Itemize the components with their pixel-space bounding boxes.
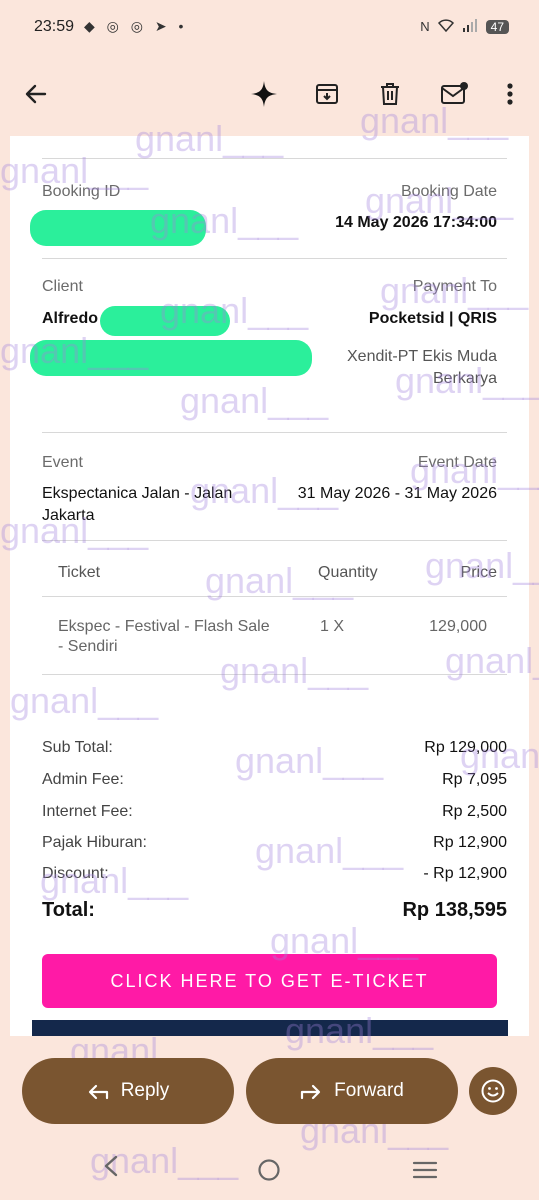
divider (42, 674, 507, 675)
divider (42, 158, 507, 159)
pajak-hiburan-value: Rp 12,900 (433, 834, 507, 851)
admin-fee-label: Admin Fee: (42, 771, 124, 788)
status-bar: 23:59 ◆ ◎ ◎ ➤ • N 47 (0, 0, 539, 58)
status-right-icons: N 47 (420, 18, 509, 35)
event-name-line1: Ekspectanica Jalan - Jalan (42, 485, 233, 502)
nfc-icon: N (420, 19, 430, 34)
nav-recents-icon[interactable] (412, 1160, 438, 1185)
payment-to-value: Pocketsid | QRIS (368, 310, 497, 327)
divider (42, 432, 507, 433)
client-label: Client (42, 278, 83, 295)
client-name: Alfredo (42, 310, 98, 327)
email-action-bar (0, 66, 539, 122)
divider (42, 258, 507, 259)
internet-fee-label: Internet Fee: (42, 803, 133, 820)
reply-button[interactable]: Reply (22, 1058, 234, 1124)
reply-icon (88, 1084, 108, 1100)
emoji-reaction-button[interactable] (469, 1067, 517, 1115)
nav-home-icon[interactable] (257, 1158, 281, 1187)
sparkle-icon[interactable] (248, 78, 280, 110)
status-time: 23:59 (34, 18, 75, 35)
quantity-header: Quantity (318, 564, 378, 581)
discount-value: - Rp 12,900 (423, 865, 507, 882)
redaction-mark (30, 340, 312, 376)
smiley-icon (481, 1079, 505, 1103)
mark-unread-icon[interactable] (438, 78, 470, 110)
system-nav-bar (0, 1140, 539, 1200)
divider (42, 540, 507, 541)
pajak-hiburan-label: Pajak Hiburan: (42, 834, 147, 851)
forward-icon (301, 1084, 321, 1100)
forward-button[interactable]: Forward (246, 1058, 458, 1124)
more-options-icon[interactable] (494, 78, 526, 110)
admin-fee-value: Rp 7,095 (442, 771, 507, 788)
price-header: Price (460, 564, 497, 581)
get-e-ticket-button[interactable]: CLICK HERE TO GET E-TICKET (42, 954, 497, 1008)
email-footer-band (32, 1020, 508, 1036)
booking-date-label: Booking Date (400, 183, 497, 200)
event-date-value: 31 May 2026 - 31 May 2026 (297, 485, 497, 502)
email-body: Booking ID Booking Date 14 May 2026 17:3… (10, 136, 529, 1036)
archive-icon[interactable] (311, 78, 343, 110)
signal-icon (462, 18, 478, 35)
booking-id-label: Booking ID (42, 183, 121, 200)
forward-label: Forward (334, 1080, 404, 1101)
payment-to-label: Payment To (412, 278, 497, 295)
redaction-mark (100, 306, 230, 336)
back-arrow-icon[interactable] (20, 78, 52, 110)
sub-total-label: Sub Total: (42, 739, 113, 756)
internet-fee-value: Rp 2,500 (442, 803, 507, 820)
discount-label: Discount: (42, 865, 109, 882)
wifi-icon (437, 18, 454, 35)
event-label: Event (42, 454, 83, 471)
redaction-mark (30, 210, 206, 246)
event-name-line2: Jakarta (42, 507, 95, 524)
reply-label: Reply (120, 1080, 170, 1101)
ticket-price: 129,000 (429, 618, 487, 635)
ticket-quantity: 1 X (320, 618, 345, 635)
payment-provider-line2: Berkarya (432, 370, 497, 387)
divider (42, 596, 507, 597)
delete-icon[interactable] (374, 78, 406, 110)
event-date-label: Event Date (417, 454, 497, 471)
booking-date-value: 14 May 2026 17:34:00 (335, 214, 497, 231)
nav-back-icon[interactable] (100, 1154, 122, 1183)
sub-total-value: Rp 129,000 (424, 739, 507, 756)
ticket-header: Ticket (58, 564, 101, 581)
total-value: Rp 138,595 (402, 899, 507, 921)
total-label: Total: (42, 899, 95, 921)
ticket-name-line1: Ekspec - Festival - Flash Sale (58, 618, 270, 635)
notification-icons: ◆ ◎ ◎ ➤ • (84, 18, 188, 34)
payment-provider-line1: Xendit-PT Ekis Muda (347, 348, 497, 365)
battery-icon: 47 (485, 19, 509, 34)
ticket-name-line2: - Sendiri (58, 638, 118, 655)
